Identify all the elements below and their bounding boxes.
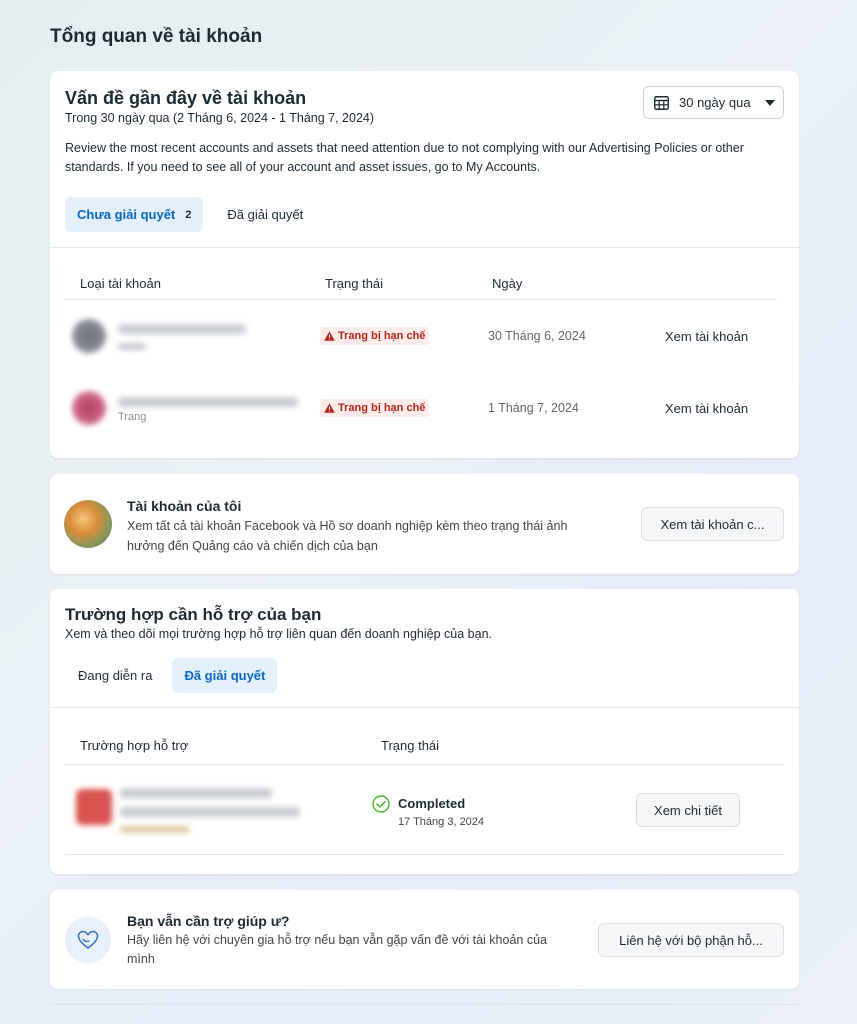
issues-subtitle: Trong 30 ngày qua (2 Tháng 6, 2024 - 1 T… [65,111,375,125]
my-accounts-title: Tài khoản của tôi [127,498,242,514]
case-status: Completed [398,796,466,811]
status-badge: Trang bị hạn chế [320,399,430,417]
account-type: Trang [118,411,147,423]
divider [50,247,799,248]
issues-description: Review the most recent accounts and asse… [65,141,744,174]
support-tabs: Đang diễn ra Đã giải quyết [66,658,278,693]
tab-in-progress-label: Đang diễn ra [78,668,153,683]
tab-support-resolved-label: Đã giải quyết [184,668,266,683]
tab-resolved-label: Đã giải quyết [227,207,304,222]
status-badge: Trang bị hạn chế [320,327,430,345]
tab-resolved[interactable]: Đã giải quyết [215,197,315,232]
tab-support-resolved[interactable]: Đã giải quyết [172,658,278,693]
my-accounts-description: Xem tất cả tài khoản Facebook và Hồ sơ d… [127,519,568,553]
caret-down-icon [764,99,775,106]
tab-in-progress[interactable]: Đang diễn ra [66,658,164,693]
account-name-redacted [118,324,246,334]
account-type-redacted [118,343,146,350]
tab-unresolved-label: Chưa giải quyết [77,207,176,222]
recent-issues-card: Vấn đề gần đây về tài khoản Trong 30 ngà… [50,71,799,458]
heart-icon [77,930,99,949]
issue-date: 30 Tháng 6, 2024 [488,329,586,343]
status-badge-label: Trang bị hạn chế [338,402,426,414]
page-title: Tổng quan về tài khoản [50,26,263,47]
status-badge-label: Trang bị hạn chế [338,330,426,342]
tab-unresolved[interactable]: Chưa giải quyết 2 [65,197,204,232]
help-description: Hãy liên hệ với chuyên gia hỗ trợ nếu bạ… [127,933,547,966]
date-range-value: 30 ngày qua [679,95,751,110]
col-date: Ngày [492,276,523,291]
footer-divider [50,1004,799,1005]
help-title: Bạn vẫn cần trợ giúp ư? [127,913,290,929]
view-details-button[interactable]: Xem chi tiết [636,793,740,827]
account-name-redacted [118,397,298,407]
case-title-redacted [120,788,272,798]
divider [50,707,799,708]
view-account-button[interactable]: Xem tài khoản [665,401,748,416]
warning-icon [324,403,335,413]
date-range-select[interactable]: 30 ngày qua [643,86,784,119]
need-help-card: Bạn vẫn cần trợ giúp ư? Hãy liên hệ với … [50,890,799,989]
row-divider [65,764,784,765]
support-subtitle: Xem và theo dõi mọi trường hợp hỗ trợ li… [65,627,492,641]
avatar [72,391,106,425]
check-circle-icon [372,795,390,813]
case-title-redacted [120,807,300,817]
case-meta-redacted [120,826,190,833]
account-avatar [64,500,112,548]
support-title: Trường hợp cần hỗ trợ của bạn [65,605,322,624]
issue-date: 1 Tháng 7, 2024 [488,401,579,415]
issues-tabs: Chưa giải quyết 2 Đã giải quyết [65,197,315,232]
issues-title: Vấn đề gần đây về tài khoản [65,88,307,108]
support-cases-card: Trường hợp cần hỗ trợ của bạn Xem và the… [50,589,799,874]
col-support-case: Trường hợp hỗ trợ [80,738,189,753]
contact-support-button[interactable]: Liên hệ với bộ phận hỗ... [598,923,784,957]
col-support-status: Trạng thái [381,738,440,753]
my-accounts-card: Tài khoản của tôi Xem tất cả tài khoản F… [50,474,799,574]
view-my-accounts-button[interactable]: Xem tài khoản c... [641,507,784,541]
row-divider [65,854,784,855]
heart-icon-circle [65,917,111,963]
avatar [72,319,106,353]
view-account-button[interactable]: Xem tài khoản [665,329,748,344]
calendar-icon [654,95,669,110]
col-status: Trạng thái [325,276,384,291]
warning-icon [324,331,335,341]
col-account-type: Loại tài khoản [80,276,161,291]
case-status-date: 17 Tháng 3, 2024 [398,816,485,828]
row-divider [65,299,777,300]
case-thumbnail [76,789,112,825]
tab-unresolved-count: 2 [185,208,192,221]
